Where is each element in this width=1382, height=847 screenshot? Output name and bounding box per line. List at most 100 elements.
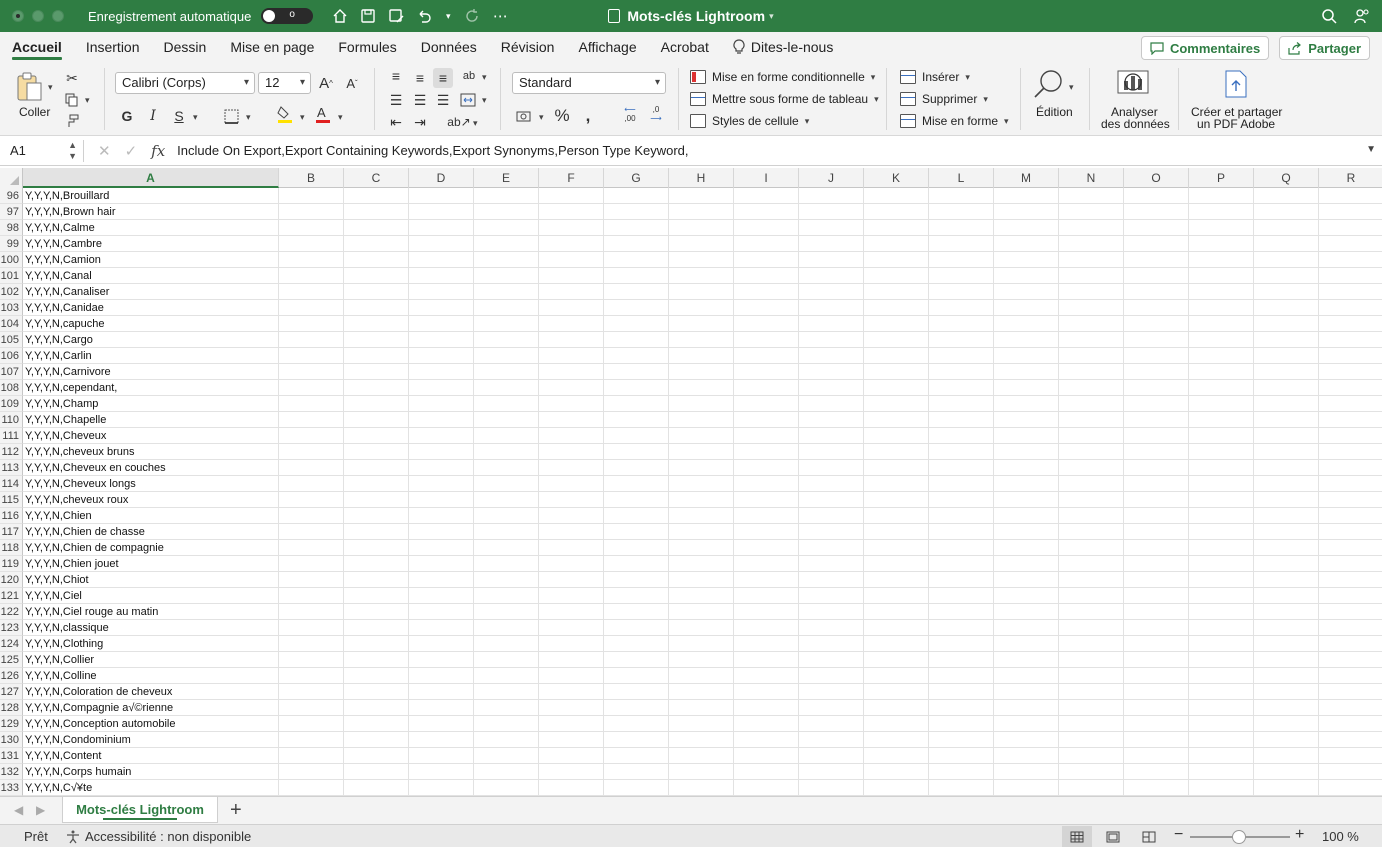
cell-empty[interactable] <box>604 556 669 572</box>
cell-empty[interactable] <box>669 748 734 764</box>
row-header[interactable]: 126 <box>0 668 23 684</box>
cancel-entry-icon[interactable]: ✕ <box>98 142 111 160</box>
cell-empty[interactable] <box>604 284 669 300</box>
cell-empty[interactable] <box>604 668 669 684</box>
cell-empty[interactable] <box>864 620 929 636</box>
row-header[interactable]: 97 <box>0 204 23 220</box>
cell-empty[interactable] <box>474 652 539 668</box>
cell-empty[interactable] <box>734 652 799 668</box>
cell-empty[interactable] <box>669 668 734 684</box>
cell-empty[interactable] <box>279 492 344 508</box>
cell-empty[interactable] <box>799 572 864 588</box>
cell-empty[interactable] <box>734 700 799 716</box>
cell-empty[interactable] <box>1319 236 1382 252</box>
conditional-format-button[interactable]: Mise en forme conditionnelle ▾ <box>690 70 875 84</box>
cell-empty[interactable] <box>929 588 994 604</box>
cell-empty[interactable] <box>929 236 994 252</box>
row-header[interactable]: 101 <box>0 268 23 284</box>
cell-empty[interactable] <box>799 220 864 236</box>
merge-dropdown-icon[interactable]: ▾ <box>482 95 487 106</box>
cell-empty[interactable] <box>279 364 344 380</box>
italic-button[interactable]: I <box>143 106 163 126</box>
cell-empty[interactable] <box>474 396 539 412</box>
cell-empty[interactable] <box>994 316 1059 332</box>
cell-empty[interactable] <box>409 268 474 284</box>
cell-empty[interactable] <box>604 572 669 588</box>
cell-empty[interactable] <box>1319 668 1382 684</box>
cell-empty[interactable] <box>1059 220 1124 236</box>
cell-empty[interactable] <box>734 476 799 492</box>
column-header-m[interactable]: M <box>994 168 1059 188</box>
cell-empty[interactable] <box>799 508 864 524</box>
cell-empty[interactable] <box>1189 236 1254 252</box>
cell-empty[interactable] <box>799 396 864 412</box>
cell-empty[interactable] <box>1319 716 1382 732</box>
cell-a[interactable]: Y,Y,Y,N,C√¥te <box>23 780 279 796</box>
expand-formula-icon[interactable]: ▼ <box>1366 144 1376 155</box>
tab-formules[interactable]: Formules <box>326 32 408 62</box>
cell-empty[interactable] <box>669 460 734 476</box>
cell-empty[interactable] <box>1124 524 1189 540</box>
cell-empty[interactable] <box>474 492 539 508</box>
save-icon[interactable] <box>359 7 377 25</box>
font-color-dropdown-icon[interactable]: ▾ <box>338 112 343 123</box>
cell-empty[interactable] <box>1319 508 1382 524</box>
cell-empty[interactable] <box>1059 380 1124 396</box>
close-window-button[interactable] <box>12 10 24 22</box>
cell-empty[interactable] <box>409 652 474 668</box>
cell-empty[interactable] <box>409 556 474 572</box>
cell-empty[interactable] <box>669 572 734 588</box>
confirm-entry-icon[interactable]: ✓ <box>125 142 138 160</box>
cell-empty[interactable] <box>1254 268 1319 284</box>
cell-empty[interactable] <box>539 364 604 380</box>
cell-empty[interactable] <box>1189 380 1254 396</box>
cell-empty[interactable] <box>669 476 734 492</box>
column-header-b[interactable]: B <box>279 168 344 188</box>
cell-empty[interactable] <box>799 380 864 396</box>
cell-empty[interactable] <box>1059 476 1124 492</box>
cell-empty[interactable] <box>1254 412 1319 428</box>
cell-empty[interactable] <box>1124 236 1189 252</box>
cell-empty[interactable] <box>539 332 604 348</box>
cell-empty[interactable] <box>1124 396 1189 412</box>
row-header[interactable]: 130 <box>0 732 23 748</box>
cell-empty[interactable] <box>1124 604 1189 620</box>
cell-empty[interactable] <box>279 268 344 284</box>
cell-a[interactable]: Y,Y,Y,N,Chien de compagnie <box>23 540 279 556</box>
accessibility-status[interactable]: Accessibilité : non disponible <box>66 829 251 844</box>
cell-empty[interactable] <box>929 700 994 716</box>
cell-empty[interactable] <box>1059 732 1124 748</box>
row-header[interactable]: 125 <box>0 652 23 668</box>
column-header-e[interactable]: E <box>474 168 539 188</box>
cell-empty[interactable] <box>799 588 864 604</box>
cell-empty[interactable] <box>1319 700 1382 716</box>
cell-empty[interactable] <box>1124 204 1189 220</box>
cell-a[interactable]: Y,Y,Y,N,Content <box>23 748 279 764</box>
cell-empty[interactable] <box>799 748 864 764</box>
row-header[interactable]: 113 <box>0 460 23 476</box>
cell-empty[interactable] <box>1124 268 1189 284</box>
cell-a[interactable]: Y,Y,Y,N,Canidae <box>23 300 279 316</box>
cell-empty[interactable] <box>734 444 799 460</box>
cell-empty[interactable] <box>994 364 1059 380</box>
cell-empty[interactable] <box>474 780 539 796</box>
cell-empty[interactable] <box>344 236 409 252</box>
bold-button[interactable]: G <box>117 106 137 126</box>
cell-empty[interactable] <box>1124 668 1189 684</box>
tab-accueil[interactable]: Accueil <box>0 32 74 62</box>
percent-icon[interactable]: % <box>552 106 572 126</box>
share-button[interactable]: Partager <box>1279 36 1370 60</box>
cell-empty[interactable] <box>539 604 604 620</box>
cell-a[interactable]: Y,Y,Y,N,cheveux bruns <box>23 444 279 460</box>
cell-empty[interactable] <box>799 476 864 492</box>
cell-empty[interactable] <box>929 716 994 732</box>
column-header-p[interactable]: P <box>1189 168 1254 188</box>
row-header[interactable]: 119 <box>0 556 23 572</box>
cell-empty[interactable] <box>1254 396 1319 412</box>
cell-empty[interactable] <box>1059 524 1124 540</box>
cell-empty[interactable] <box>344 252 409 268</box>
cell-empty[interactable] <box>669 604 734 620</box>
cell-empty[interactable] <box>1059 620 1124 636</box>
cell-empty[interactable] <box>539 732 604 748</box>
cell-empty[interactable] <box>994 540 1059 556</box>
